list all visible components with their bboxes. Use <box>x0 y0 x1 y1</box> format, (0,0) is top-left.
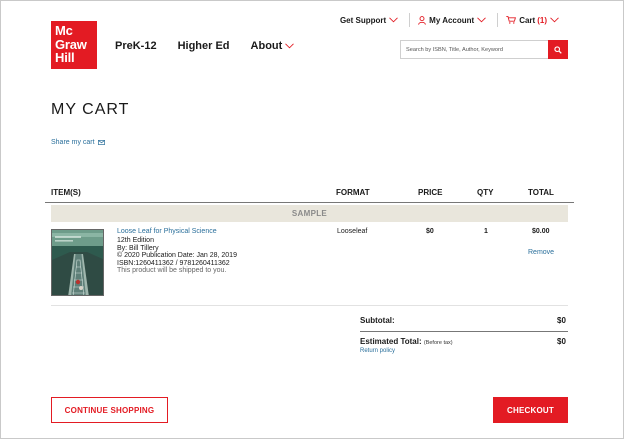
user-icon <box>418 15 427 25</box>
continue-shopping-button[interactable]: CONTINUE SHOPPING <box>51 397 168 423</box>
estimated-total-label: Estimated Total: (Before tax) <box>360 337 453 346</box>
my-account-menu[interactable]: My Account <box>410 13 497 27</box>
product-price: $0 <box>426 228 434 235</box>
product-shipping-note: This product will be shipped to you. <box>117 267 227 275</box>
cart-count-badge: (1) <box>537 15 547 25</box>
sample-section-label: SAMPLE <box>51 205 568 222</box>
column-header-price: PRICE <box>418 188 443 197</box>
column-header-qty: QTY <box>477 188 494 197</box>
product-isbn: ISBN:1260411362 / 9781260411362 <box>117 259 230 267</box>
search-bar <box>400 40 568 59</box>
product-cover-image[interactable] <box>51 229 104 296</box>
divider <box>45 202 574 203</box>
get-support-menu[interactable]: Get Support <box>332 13 409 27</box>
product-details: 12th Edition By: Bill Tillery © 2020 Pub… <box>117 237 237 275</box>
checkout-button[interactable]: CHECKOUT <box>493 397 568 423</box>
get-support-label: Get Support <box>339 15 387 25</box>
product-edition: 12th Edition <box>117 237 154 244</box>
main-nav: PreK-12 Higher Ed About <box>115 40 315 52</box>
nav-item-label: About <box>250 40 283 52</box>
product-format: Looseleaf <box>337 228 368 235</box>
search-input[interactable] <box>401 41 548 58</box>
estimated-total-value: $0 <box>557 337 566 346</box>
book-cover-illustration <box>52 230 103 295</box>
chevron-down-icon <box>477 17 487 23</box>
logo-line-1: Mc <box>55 23 73 38</box>
chevron-down-icon <box>285 43 295 49</box>
product-publication: © 2020 Publication Date: Jan 28, 2019 <box>117 252 237 260</box>
logo-line-3: Hill <box>55 50 75 65</box>
mcgraw-hill-logo[interactable]: Mc Graw Hill <box>51 21 97 69</box>
estimated-total-note: (Before tax) <box>423 340 453 346</box>
logo-line-2: Graw <box>55 36 87 52</box>
remove-item-link[interactable]: Remove <box>528 249 554 256</box>
column-header-total: TOTAL <box>528 188 554 197</box>
envelope-icon <box>97 140 105 145</box>
return-policy-link[interactable]: Return policy <box>360 348 395 354</box>
utility-nav: Get Support My Account Cart (1) <box>332 13 570 27</box>
cart-label: Cart <box>519 15 536 25</box>
chevron-down-icon <box>389 17 398 23</box>
cart-icon <box>506 16 517 24</box>
search-button[interactable] <box>548 40 568 59</box>
product-quantity: 1 <box>484 228 488 235</box>
page-title: MY CART <box>51 101 130 118</box>
divider <box>51 305 568 306</box>
share-cart-label: Share my cart <box>51 139 95 146</box>
column-header-format: FORMAT <box>336 188 370 197</box>
subtotal-value: $0 <box>557 316 566 325</box>
my-account-label: My Account <box>429 15 475 25</box>
divider <box>360 331 568 332</box>
nav-item-label: PreK-12 <box>115 40 157 52</box>
subtotal-label: Subtotal: <box>360 316 395 325</box>
chevron-down-icon <box>550 17 559 23</box>
nav-item-prek-12[interactable]: PreK-12 <box>115 40 157 52</box>
product-title-link[interactable]: Loose Leaf for Physical Science <box>117 228 217 235</box>
search-icon <box>554 45 562 54</box>
estimated-total-text: Estimated Total: <box>360 337 422 346</box>
nav-item-label: Higher Ed <box>177 40 230 52</box>
column-header-items: ITEM(S) <box>51 188 81 197</box>
product-total: $0.00 <box>532 228 550 235</box>
cart-menu[interactable]: Cart (1) <box>498 13 570 27</box>
nav-item-higher-ed[interactable]: Higher Ed <box>178 40 230 52</box>
nav-item-about[interactable]: About <box>251 40 295 52</box>
share-cart-link[interactable]: Share my cart <box>51 139 105 146</box>
